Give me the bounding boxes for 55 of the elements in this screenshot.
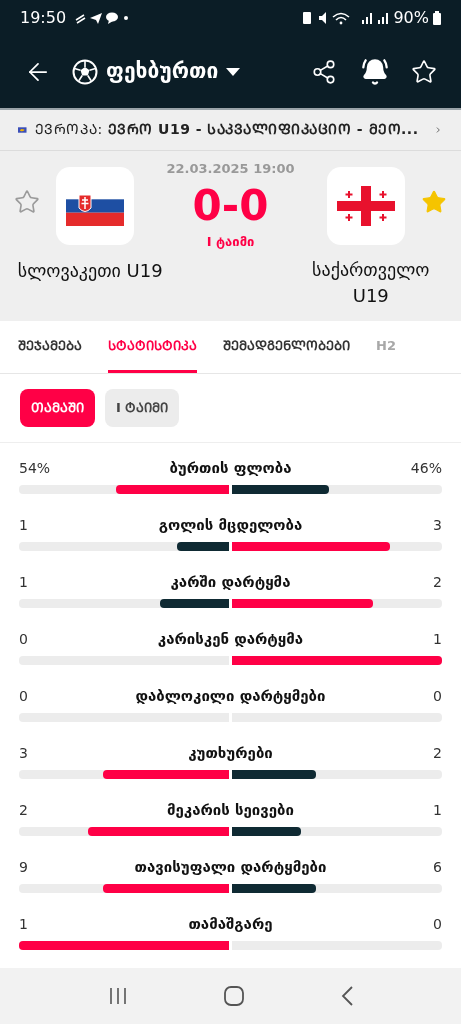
stat-value: 3 — [432, 515, 442, 535]
bell-icon[interactable] — [361, 58, 389, 86]
stat-value: 1 — [432, 800, 442, 820]
stat-value: 54% — [19, 458, 52, 478]
recent-apps-icon[interactable] — [107, 986, 128, 1007]
sport-dropdown[interactable]: ფეხბურთი — [72, 56, 241, 88]
team-name[interactable]: სლოვაკეთი U19 — [17, 256, 163, 284]
battery-icon — [433, 11, 441, 25]
tab[interactable]: ᲨᲔᲛᲐᲓᲒᲔᲜᲚᲝᲑᲔᲑᲘ — [223, 336, 350, 373]
stat-value: 1 — [19, 914, 29, 934]
stat-label: კუთხურები — [188, 742, 273, 764]
stat-value: 6 — [432, 857, 442, 877]
match-datetime: 22.03.2025 19:00 — [166, 159, 295, 178]
stat-label: მეკარის სეივები — [167, 799, 294, 821]
stat-value: 1 — [19, 572, 29, 592]
stat-value: 2 — [432, 743, 442, 763]
stat-value: 0 — [19, 629, 29, 649]
stat-value: 9 — [19, 857, 29, 877]
share-button[interactable] — [311, 59, 337, 85]
signal-icon — [361, 12, 374, 24]
stat-label: თამაშგარე — [188, 913, 273, 935]
stat-value: 1 — [19, 515, 29, 535]
caret-icon — [226, 68, 241, 76]
tab[interactable]: ᲡᲢᲐᲢᲘᲡᲢᲘᲙᲐ — [108, 336, 197, 373]
score: 0-0 — [192, 180, 269, 233]
signal-icon — [377, 12, 390, 24]
stat-label: კარისკენ დარტყმა — [157, 628, 304, 650]
back-icon[interactable] — [339, 985, 354, 1008]
stat-value: 3 — [19, 743, 29, 763]
stat-label: დაბლოკილი დარტყმები — [135, 685, 326, 707]
stat-value: 46% — [409, 458, 442, 478]
stat-value: 1 — [432, 629, 442, 649]
team-name[interactable]: საქართველო U19 — [300, 256, 441, 309]
star-icon[interactable] — [14, 188, 40, 215]
stat-label: თავისუფალი დარტყმები — [134, 856, 327, 878]
stat-value: 0 — [19, 686, 29, 706]
filter-chip[interactable]: ᲗᲐᲛᲐᲨᲘ — [20, 388, 95, 427]
georgia-flag-icon — [337, 185, 395, 226]
star-icon[interactable] — [411, 59, 437, 85]
soccer-ball-icon — [72, 59, 98, 85]
home-icon[interactable] — [222, 985, 245, 1008]
star-icon[interactable] — [421, 188, 447, 215]
filter-chip[interactable]: I ᲢᲐᲘᲛᲘ — [105, 388, 180, 427]
clock: 19:50 — [20, 7, 67, 29]
notification-icons — [74, 11, 131, 25]
stat-value: 2 — [432, 572, 442, 592]
stat-label: გოლის მცდელობა — [158, 514, 303, 536]
stat-value: 0 — [432, 686, 442, 706]
battery-level: 90% — [393, 7, 429, 29]
tab[interactable]: ᲨᲔᲯᲐᲛᲔᲑᲐ — [18, 336, 82, 373]
stat-value: 2 — [19, 800, 29, 820]
stat-label: კარში დარტყმა — [170, 571, 291, 593]
match-period: I ტაიმი — [206, 233, 255, 252]
stat-label: ბურთის ფლობა — [169, 457, 292, 479]
stat-value: 0 — [432, 914, 442, 934]
